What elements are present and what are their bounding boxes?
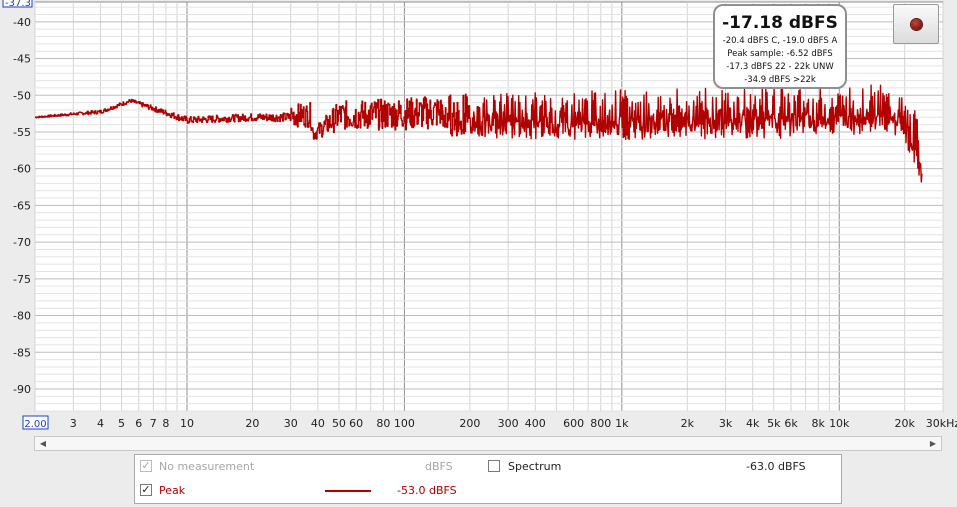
x-tick-label: 40: [311, 417, 325, 430]
x-tick-label: 7: [150, 417, 157, 430]
legend-label-spectrum: Spectrum: [508, 460, 562, 473]
x-tick-label: 300: [498, 417, 519, 430]
legend-value-peak: -53.0 dBFS: [397, 484, 457, 497]
spectrum-checkbox[interactable]: [488, 460, 500, 472]
y-tick-label: -80: [13, 310, 31, 323]
scroll-left-arrow-icon[interactable]: ◀: [36, 438, 50, 450]
legend-row-no-measurement: ✓ No measurement dBFS Spectrum -63.0 dBF…: [135, 456, 841, 478]
no-measurement-checkbox[interactable]: ✓: [140, 460, 152, 472]
x-tick-label: 100: [394, 417, 415, 430]
x-tick-label: 3k: [719, 417, 733, 430]
y-tick-label: -75: [13, 273, 31, 286]
peak-checkbox[interactable]: ✓: [140, 484, 152, 496]
x-tick-label: 20: [245, 417, 259, 430]
legend-panel: ✓ No measurement dBFS Spectrum -63.0 dBF…: [134, 454, 842, 504]
x-tick-label: 4k: [746, 417, 760, 430]
legend-line-swatch: [325, 490, 371, 492]
y-tick-label: -65: [13, 199, 31, 212]
legend-unit: dBFS: [425, 460, 453, 473]
y-tick-label: -40: [13, 16, 31, 29]
x-tick-label: 5k: [767, 417, 781, 430]
legend-row-peak: ✓ Peak -53.0 dBFS: [135, 480, 841, 502]
x-tick-label: 800: [590, 417, 611, 430]
x-tick-label: 50: [332, 417, 346, 430]
y-tick-label: -90: [13, 383, 31, 396]
x-tick-label: 30kHz: [926, 417, 957, 430]
y-tick-label: -55: [13, 126, 31, 139]
x-tick-label: 80: [376, 417, 390, 430]
legend-value-spectrum: -63.0 dBFS: [746, 460, 806, 473]
y-tick-label: -85: [13, 346, 31, 359]
x-tick-label: 6: [135, 417, 142, 430]
y-tick-label: -45: [13, 53, 31, 66]
x-tick-label: 2k: [681, 417, 695, 430]
level-readout-line: -20.4 dBFS C, -19.0 dBFS A: [723, 36, 838, 46]
record-icon: [910, 18, 922, 30]
level-readout-line: -17.3 dBFS 22 - 22k UNW: [726, 62, 834, 72]
x-tick-label: 8: [162, 417, 169, 430]
x-tick-label: 200: [459, 417, 480, 430]
y-top-label: -37.3: [5, 0, 31, 9]
x-tick-label: 3: [70, 417, 77, 430]
x-tick-label: 1k: [615, 417, 629, 430]
level-readout-line: Peak sample: -6.52 dBFS: [727, 49, 832, 59]
level-readout-headline: -17.18 dBFS: [722, 13, 838, 33]
x-tick-label: 60: [349, 417, 363, 430]
x-tick-label: 20k: [895, 417, 916, 430]
x-tick-label: 10: [180, 417, 194, 430]
x-tick-label: 5: [118, 417, 125, 430]
x-tick-label: 30: [284, 417, 298, 430]
x-tick-label: 6k: [784, 417, 798, 430]
x-tick-label: 400: [525, 417, 546, 430]
x-tick-label: 2.00: [24, 419, 46, 430]
level-readout-line: -34.9 dBFS >22k: [744, 75, 816, 85]
x-tick-label: 600: [563, 417, 584, 430]
legend-label: No measurement: [159, 460, 255, 473]
legend-label-peak: Peak: [159, 484, 186, 497]
y-tick-label: -60: [13, 163, 31, 176]
y-tick-label: -70: [13, 236, 31, 249]
horizontal-scrollbar[interactable]: ◀ ▶: [34, 436, 942, 451]
spectrum-plot[interactable]: -40 -45 -50 -55 -60 -65 -70 -75 -80 -85 -90 -37.3 2.…: [0, 0, 957, 432]
scroll-right-arrow-icon[interactable]: ▶: [926, 438, 940, 450]
x-tick-label: 10k: [829, 417, 850, 430]
x-tick-label: 8k: [812, 417, 826, 430]
record-button[interactable]: [893, 4, 939, 44]
x-tick-label: 4: [97, 417, 104, 430]
y-tick-label: -50: [13, 89, 31, 102]
